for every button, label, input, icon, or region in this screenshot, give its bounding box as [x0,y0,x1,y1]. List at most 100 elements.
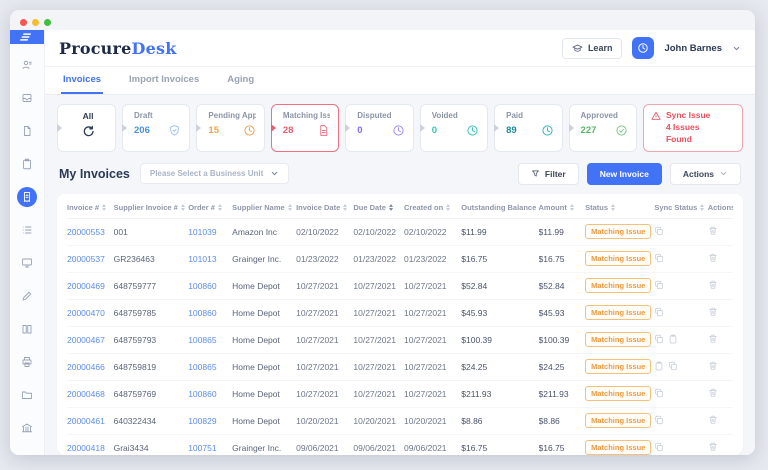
order-number-link[interactable]: 101013 [188,254,232,264]
sync-status-icons [654,442,707,454]
status-card-disputed[interactable]: Disputed 0 [345,104,414,152]
order-number-link[interactable]: 100829 [188,416,232,426]
sidebar-item-document[interactable] [17,121,37,141]
actions-button[interactable]: Actions [669,162,741,185]
delete-invoice-button[interactable] [708,333,733,346]
user-menu-chevron-icon[interactable] [732,44,741,53]
invoice-number-link[interactable]: 20000466 [67,362,114,372]
sort-icon[interactable] [287,203,292,211]
delete-invoice-button[interactable] [708,414,733,427]
sync-alert-line1: Sync Issue [665,110,711,120]
status-card-draft[interactable]: Draft 206 [122,104,191,152]
sidebar-item-globe[interactable] [17,451,37,455]
column-header-created-on[interactable]: Created on [404,203,461,212]
clipboard-sync-icon[interactable] [654,361,664,373]
avatar[interactable] [632,37,655,59]
order-number-link[interactable]: 100751 [188,443,232,453]
sidebar-item-list[interactable] [17,220,37,240]
close-button[interactable] [20,18,27,26]
sort-icon[interactable] [611,203,616,211]
column-header-status[interactable]: Status [585,203,654,212]
column-header-order-[interactable]: Order # [188,203,232,212]
learn-button[interactable]: Learn [561,37,623,59]
sort-icon[interactable] [446,203,451,211]
copy-sync-icon[interactable] [654,226,664,238]
sort-icon[interactable] [569,203,574,211]
sync-issue-alert[interactable]: Sync Issue 4 Issues Found [642,104,743,152]
copy-sync-icon[interactable] [668,361,678,373]
column-header-outstanding-balance[interactable]: Outstanding Balance [461,203,538,212]
sidebar-item-printer[interactable] [17,352,37,372]
invoice-number-link[interactable]: 20000470 [67,308,114,318]
sort-icon[interactable] [388,203,393,211]
delete-invoice-button[interactable] [708,252,733,265]
business-unit-select[interactable]: Please Select a Business Unit [139,163,290,185]
new-invoice-button[interactable]: New Invoice [586,162,662,185]
delete-invoice-button[interactable] [708,306,733,319]
invoice-number-link[interactable]: 20000537 [67,254,114,264]
minimize-button[interactable] [32,18,39,26]
invoice-number-link[interactable]: 20000467 [67,335,114,345]
copy-sync-icon[interactable] [654,253,664,265]
sidebar-item-inbox[interactable] [17,88,37,108]
delete-invoice-button[interactable] [708,360,733,373]
order-number-link[interactable]: 101039 [188,227,232,237]
invoice-number-link[interactable]: 20000461 [67,416,114,426]
delete-invoice-button[interactable] [708,441,733,454]
due-date: 10/20/2021 [353,415,396,426]
order-number-link[interactable]: 100865 [188,335,232,345]
invoice-number-link[interactable]: 20000468 [67,389,114,399]
delete-invoice-button[interactable] [708,387,733,400]
sort-icon[interactable] [102,203,107,211]
tab-aging[interactable]: Aging [225,67,256,94]
status-card-count: 89 [506,125,517,136]
tab-import-invoices[interactable]: Import Invoices [127,67,201,94]
column-header-supplier-name[interactable]: Supplier Name [232,203,296,212]
sidebar-item-monitor[interactable] [17,253,37,273]
column-header-sync-status[interactable]: Sync Status [654,203,707,212]
column-header-actions[interactable]: Actions [708,203,733,212]
column-header-supplier-invoice-[interactable]: Supplier Invoice # [114,203,189,212]
copy-sync-icon[interactable] [654,442,664,454]
delete-invoice-button[interactable] [708,279,733,292]
invoice-number-link[interactable]: 20000553 [67,227,114,237]
copy-sync-icon[interactable] [654,334,664,346]
sidebar-item-folder[interactable] [17,385,37,405]
sidebar-item-clipboard[interactable] [17,154,37,174]
sort-icon[interactable] [217,203,222,211]
delete-invoice-button[interactable] [708,225,733,238]
copy-sync-icon[interactable] [654,388,664,400]
sidebar-item-book[interactable] [17,319,37,339]
sidebar-item-pencil[interactable] [17,286,37,306]
column-header-due-date[interactable]: Due Date [353,203,404,212]
status-card-paid[interactable]: Paid 89 [494,104,563,152]
order-number-link[interactable]: 100860 [188,389,232,399]
sidebar-item-users[interactable] [17,55,37,75]
status-card-all[interactable]: All [57,104,116,152]
order-number-link[interactable]: 100865 [188,362,232,372]
zoom-button[interactable] [44,18,51,26]
tab-invoices[interactable]: Invoices [61,67,104,94]
invoice-number-link[interactable]: 20000418 [67,443,114,453]
status-card-voided[interactable]: Voided 0 [419,104,489,152]
sort-icon[interactable] [700,203,705,211]
status-card-pending-approval[interactable]: Pending Approval 15 [196,104,265,152]
status-card-matching-issue[interactable]: Matching Issue 28 [270,104,340,152]
clipboard-sync-icon[interactable] [668,334,678,346]
invoice-number-link[interactable]: 20000469 [67,281,114,291]
column-header-invoice-date[interactable]: Invoice Date [296,203,353,212]
sidebar-item-bank[interactable] [17,418,37,438]
sidebar-item-receipt-active[interactable] [17,187,37,207]
app-logo[interactable] [10,30,44,44]
order-number-link[interactable]: 100860 [188,281,232,291]
filter-button[interactable]: Filter [517,162,579,185]
copy-sync-icon[interactable] [654,307,664,319]
order-number-link[interactable]: 100860 [188,308,232,318]
sort-icon[interactable] [343,203,348,211]
column-header-amount[interactable]: Amount [539,203,586,212]
copy-sync-icon[interactable] [654,415,664,427]
sort-icon[interactable] [180,203,185,211]
status-card-approved[interactable]: Approved 227 [568,104,637,152]
column-header-invoice-[interactable]: Invoice # [67,203,114,212]
copy-sync-icon[interactable] [654,280,664,292]
